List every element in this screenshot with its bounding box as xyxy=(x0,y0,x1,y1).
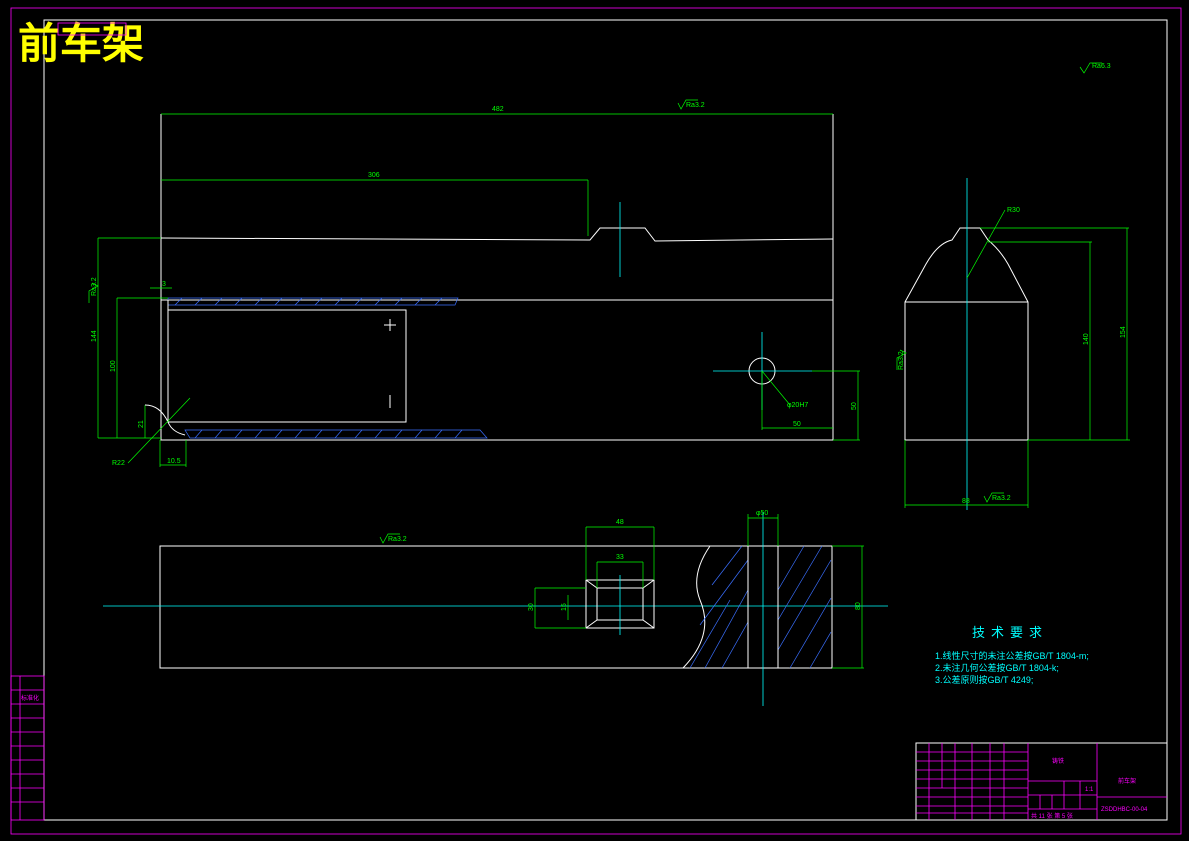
side-view: 88 140 154 R30 Ra3.2 Ra3.2 xyxy=(896,178,1130,510)
global-roughness-symbol: Ra6.3 xyxy=(1079,62,1111,74)
drawing-number: ZSDDHBC-00-04 xyxy=(1101,807,1148,813)
dim-80: 80 xyxy=(855,602,862,610)
dim-3: 3 xyxy=(162,281,166,288)
dim-50h: 50 xyxy=(793,421,801,428)
roughness-bottom: Ra3.2 xyxy=(992,495,1011,502)
inner-frame xyxy=(43,19,1168,821)
requirement-item-1: 1.线性尺寸的未注公差按GB/T 1804-m; xyxy=(935,650,1089,661)
requirement-item-3: 3.公差原则按GB/T 4249; xyxy=(935,674,1033,685)
dim-140: 140 xyxy=(1083,333,1090,345)
side-strip-label: 标准化 xyxy=(21,694,39,702)
requirements-title: 技术要求 xyxy=(972,626,1048,641)
dim-r30: R30 xyxy=(1007,207,1020,214)
dim-phi20: φ20H7 xyxy=(787,402,808,409)
roughness-left: Ra3.2 xyxy=(91,277,98,296)
technical-requirements: 技术要求 1.线性尺寸的未注公差按GB/T 1804-m; 2.未注几何公差按G… xyxy=(935,626,1089,685)
dim-r22: R22 xyxy=(112,460,125,467)
dim-21: 21 xyxy=(138,420,145,428)
plan-view: 48 33 30 15 φ50 80 Ra3.2 xyxy=(103,510,888,706)
dim-100: 100 xyxy=(110,360,117,372)
front-view: 482 306 144 100 21 10.5 R22 3 φ20H7 50 5… xyxy=(88,99,860,467)
cad-drawing: 前车架 Ra6.3 482 306 144 100 21 10.5 R22 3 … xyxy=(10,7,1182,835)
dim-50v: 50 xyxy=(851,402,858,410)
side-strip: 标准化 xyxy=(10,675,45,821)
dim-33: 33 xyxy=(616,554,624,561)
dim-48: 48 xyxy=(616,519,624,526)
dim-10-5: 10.5 xyxy=(167,458,181,465)
material-label: 铸铁 xyxy=(1052,757,1064,765)
requirement-item-2: 2.未注几何公差按GB/T 1804-k; xyxy=(935,662,1059,673)
svg-text:Ra6.3: Ra6.3 xyxy=(1092,63,1111,70)
dim-482: 482 xyxy=(492,106,504,113)
dim-30: 30 xyxy=(528,603,535,611)
dim-144: 144 xyxy=(91,330,98,342)
roughness-plan: Ra3.2 xyxy=(388,536,407,543)
drawing-title-big: 前车架 xyxy=(18,19,144,68)
roughness-top: Ra3.2 xyxy=(686,102,705,109)
dim-phi50: φ50 xyxy=(756,510,768,517)
dim-154: 154 xyxy=(1120,326,1127,338)
part-name: 前车架 xyxy=(1118,777,1136,785)
dim-306: 306 xyxy=(368,172,380,179)
sheet-count: 共 11 张 第 5 张 xyxy=(1031,812,1073,820)
dim-15: 15 xyxy=(561,603,568,611)
outer-frame xyxy=(10,7,1182,835)
title-block: 铸铁 前车架 ZSDDHBC-00-04 1:1 共 11 张 第 5 张 xyxy=(915,742,1168,821)
roughness-side: Ra3.2 xyxy=(898,351,905,370)
scale-value: 1:1 xyxy=(1085,787,1094,793)
dim-88: 88 xyxy=(962,498,970,505)
